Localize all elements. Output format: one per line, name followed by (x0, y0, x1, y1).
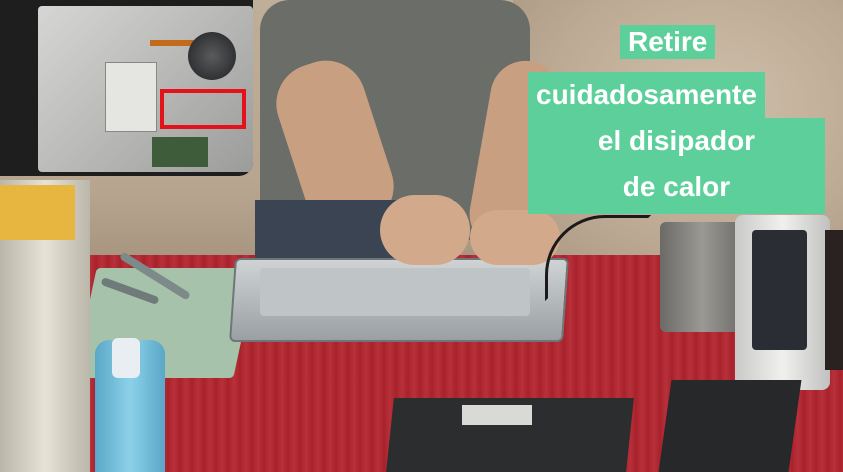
spray-bottle-cap (112, 338, 140, 378)
inset-photo (0, 0, 253, 176)
caption-line-4: de calor (528, 164, 825, 214)
hand-right (470, 210, 560, 265)
dark-object-edge (825, 230, 843, 370)
sticker-label (462, 405, 532, 425)
fan-icon (188, 32, 236, 80)
spray-can-label (0, 185, 75, 240)
highlight-box (160, 89, 246, 129)
caption-line-3: el disipador (528, 118, 825, 164)
inset-drive-bay (105, 62, 157, 132)
hand-left (380, 195, 470, 265)
metal-cup (660, 222, 745, 332)
caption-line-2: cuidadosamente (528, 72, 765, 118)
laptop-internals (260, 268, 530, 316)
laptop-part-bracket (658, 380, 802, 472)
caption-line-1: Retire (620, 25, 716, 59)
inset-ram-module (152, 137, 208, 167)
spray-can-right-label (752, 230, 807, 350)
